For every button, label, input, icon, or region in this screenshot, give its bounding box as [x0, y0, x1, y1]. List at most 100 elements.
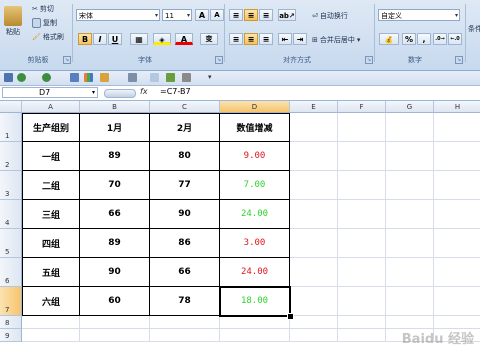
comma-style-button[interactable]: , [417, 33, 431, 45]
grid-cell[interactable] [434, 287, 480, 316]
grid-cell[interactable] [338, 316, 386, 329]
column-header[interactable]: H [434, 101, 480, 113]
table-cell[interactable]: 二组 [22, 171, 80, 200]
formula-input[interactable]: =C7-B7 [160, 87, 191, 96]
row-header[interactable]: 1 [0, 113, 22, 142]
merge-center-button[interactable]: ⊞ 合并后居中 ▾ [312, 35, 360, 45]
row-header[interactable]: 4 [0, 200, 22, 229]
table-icon[interactable] [100, 73, 109, 82]
grid-cell[interactable] [338, 329, 386, 342]
save-icon[interactable] [4, 73, 13, 82]
row-header[interactable]: 8 [0, 316, 22, 329]
column-header[interactable]: G [386, 101, 434, 113]
table-cell[interactable]: 18.00 [220, 287, 290, 316]
table-cell[interactable]: 60 [80, 287, 150, 316]
table-cell[interactable]: 80 [150, 142, 220, 171]
formula-bar-splitter[interactable] [104, 89, 136, 98]
grid-cell[interactable] [434, 229, 480, 258]
table-cell[interactable]: 89 [80, 229, 150, 258]
grid-cell[interactable] [386, 113, 434, 142]
undo-icon[interactable] [17, 73, 26, 82]
column-header[interactable]: C [150, 101, 220, 113]
percent-button[interactable]: % [402, 33, 416, 45]
table-cell[interactable]: 77 [150, 171, 220, 200]
grid-cell[interactable] [290, 287, 338, 316]
grid-cell[interactable] [434, 142, 480, 171]
row-header[interactable]: 9 [0, 329, 22, 342]
grid-cell[interactable] [386, 258, 434, 287]
column-header[interactable]: B [80, 101, 150, 113]
accounting-format-button[interactable]: 💰 [379, 33, 399, 45]
align-center-button[interactable]: ≡ [244, 33, 258, 45]
column-header[interactable]: F [338, 101, 386, 113]
table-cell[interactable]: 五组 [22, 258, 80, 287]
decrease-indent-button[interactable]: ⇤ [278, 33, 292, 45]
align-top-button[interactable]: ≡ [229, 9, 243, 21]
grid-cell[interactable] [290, 329, 338, 342]
grid-cell[interactable] [150, 316, 220, 329]
phonetic-button[interactable]: 变 [200, 33, 218, 45]
row-header[interactable]: 3 [0, 171, 22, 200]
row-header[interactable]: 7 [0, 287, 22, 316]
redo-icon[interactable] [42, 73, 51, 82]
grid-cell[interactable] [290, 171, 338, 200]
grid-cell[interactable] [386, 229, 434, 258]
grid-cell[interactable] [386, 287, 434, 316]
grid-cell[interactable] [338, 258, 386, 287]
filter-icon[interactable] [128, 73, 137, 82]
table-cell[interactable]: 86 [150, 229, 220, 258]
row-header[interactable]: 5 [0, 229, 22, 258]
grid-cell[interactable] [290, 200, 338, 229]
border-button[interactable]: ▦ [130, 33, 148, 45]
name-box[interactable]: D7 ▾ [2, 87, 98, 98]
grid-cell[interactable] [338, 171, 386, 200]
table-cell[interactable]: 9.00 [220, 142, 290, 171]
table-cell[interactable]: 3.00 [220, 229, 290, 258]
font-size-combo[interactable]: 11 ▾ [162, 9, 192, 21]
spell-icon[interactable] [166, 73, 175, 82]
number-launcher-icon[interactable]: ↘ [455, 56, 463, 64]
grid-cell[interactable] [338, 142, 386, 171]
alignment-launcher-icon[interactable]: ↘ [365, 56, 373, 64]
grid-cell[interactable] [290, 229, 338, 258]
grid-cell[interactable] [386, 171, 434, 200]
copy-button[interactable]: 复制 [32, 18, 57, 28]
font-launcher-icon[interactable]: ↘ [215, 56, 223, 64]
table-header-cell[interactable]: 1月 [80, 113, 150, 142]
row-header[interactable]: 2 [0, 142, 22, 171]
grid-cell[interactable] [22, 316, 80, 329]
conditional-format-button[interactable]: 条件 [468, 24, 480, 34]
column-header[interactable]: E [290, 101, 338, 113]
grid-cell[interactable] [220, 316, 290, 329]
table-cell[interactable]: 六组 [22, 287, 80, 316]
increase-decimal-button[interactable]: .0→ [433, 33, 447, 45]
grid-cell[interactable] [338, 200, 386, 229]
grid-cell[interactable] [338, 229, 386, 258]
underline-button[interactable]: U [108, 33, 122, 45]
table-cell[interactable]: 89 [80, 142, 150, 171]
sort-icon[interactable] [70, 73, 79, 82]
wrap-text-button[interactable]: ⏎ 自动换行 [312, 11, 348, 21]
grid-cell[interactable] [220, 329, 290, 342]
select-all-corner[interactable] [0, 101, 22, 113]
grid-cell[interactable] [290, 258, 338, 287]
align-right-button[interactable]: ≡ [259, 33, 273, 45]
table-cell[interactable]: 78 [150, 287, 220, 316]
cut-button[interactable]: ✂ 剪切 [32, 4, 54, 14]
table-cell[interactable]: 70 [80, 171, 150, 200]
chart-icon[interactable] [84, 73, 93, 82]
customize-icon[interactable]: ▾ [208, 73, 217, 82]
table-cell[interactable]: 7.00 [220, 171, 290, 200]
table-cell[interactable]: 三组 [22, 200, 80, 229]
row-header[interactable]: 6 [0, 258, 22, 287]
grid-cell[interactable] [434, 171, 480, 200]
grid-cell[interactable] [386, 142, 434, 171]
grid-cell[interactable] [290, 142, 338, 171]
paste-button[interactable]: 粘贴 [4, 6, 22, 37]
table-cell[interactable]: 90 [80, 258, 150, 287]
insert-function-button[interactable]: fx [140, 87, 148, 96]
grid-cell[interactable] [338, 287, 386, 316]
grow-font-button[interactable]: A [195, 9, 209, 21]
grid-cell[interactable] [80, 329, 150, 342]
table-header-cell[interactable]: 数值增减 [220, 113, 290, 142]
